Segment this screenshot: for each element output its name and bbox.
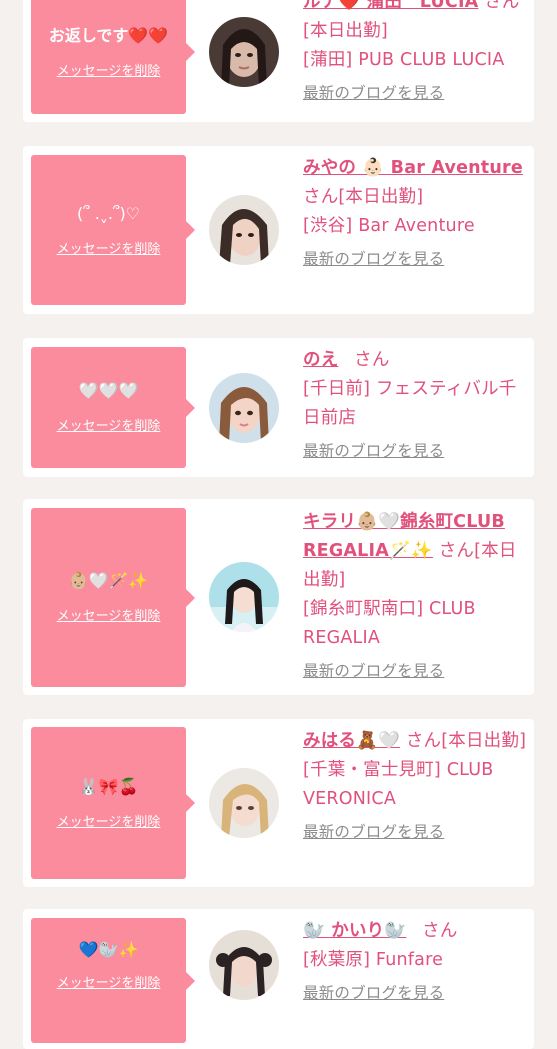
message-card: お返しです❤️❤️ メッセージを削除 ルナ❤️ 蒲田 LUCIA さん[本日出勤… (23, 0, 534, 122)
member-info: のえ さん [千日前] フェスティバル千日前店 最新のブログを見る (303, 346, 529, 462)
latest-blog-link[interactable]: 最新のブログを見る (303, 248, 529, 270)
shop-name: [渋谷] Bar Aventure (303, 216, 475, 236)
delete-message-link[interactable]: メッセージを削除 (57, 238, 161, 257)
shop-name: [秋葉原] Funfare (303, 950, 444, 970)
avatar[interactable] (209, 768, 279, 838)
shop-name: [錦糸町駅南口] CLUB REGALIA (303, 599, 476, 648)
latest-blog-link[interactable]: 最新のブログを見る (303, 660, 529, 682)
member-name-link[interactable]: 🦭 かいり🦭 (303, 921, 406, 941)
message-card: 👶🏼🤍🪄✨ メッセージを削除 キラリ👶🏼🤍錦糸町CLUB REGALIA🪄✨ さ… (23, 499, 534, 695)
member-info: みやの 👶🏻 Bar Aventure さん[本日出勤] [渋谷] Bar Av… (303, 154, 529, 270)
latest-blog-link[interactable]: 最新のブログを見る (303, 821, 529, 843)
avatar[interactable] (209, 930, 279, 1000)
message-bubble: 🐰🎀🍒 メッセージを削除 (31, 727, 195, 879)
member-status: さん (354, 350, 390, 370)
message-bubble: お返しです❤️❤️ メッセージを削除 (31, 0, 195, 114)
avatar[interactable] (209, 195, 279, 265)
shop-name: [蒲田] PUB CLUB LUCIA (303, 50, 505, 70)
avatar[interactable] (209, 17, 279, 87)
shop-name: [千日前] フェスティバル千日前店 (303, 379, 517, 428)
shop-name: [千葉・富士見町] CLUB VERONICA (303, 760, 494, 809)
member-info: 🦭 かいり🦭 さん [秋葉原] Funfare 最新のブログを見る (303, 917, 529, 1004)
message-bubble: (՞ .ˬ.՞)♡ メッセージを削除 (31, 155, 195, 305)
message-card: 🐰🎀🍒 メッセージを削除 みはる🧸🤍 さん[本日出勤] [千葉・富士見町] CL… (23, 719, 534, 887)
message-card: 🤍🤍🤍 メッセージを削除 のえ さん [千日前] フェスティバル千日前店 最新の… (23, 338, 534, 477)
member-status: さん[本日出勤] (303, 187, 424, 207)
message-card: (՞ .ˬ.՞)♡ メッセージを削除 みやの 👶🏻 Bar Aventure さ… (23, 146, 534, 314)
message-bubble: 🤍🤍🤍 メッセージを削除 (31, 347, 195, 468)
member-name-link[interactable]: ルナ❤️ 蒲田 LUCIA (303, 0, 478, 12)
delete-message-link[interactable]: メッセージを削除 (57, 811, 161, 830)
message-card: 💙🦭✨ メッセージを削除 🦭 かいり🦭 さん [秋葉原] Funfare 最新の… (23, 909, 534, 1049)
message-bubble: 💙🦭✨ メッセージを削除 (31, 918, 195, 1043)
member-status: さん (422, 921, 458, 941)
delete-message-link[interactable]: メッセージを削除 (57, 605, 161, 624)
member-name-link[interactable]: みやの 👶🏻 Bar Aventure (303, 158, 523, 178)
message-bubble: 👶🏼🤍🪄✨ メッセージを削除 (31, 508, 195, 687)
message-text: お返しです❤️❤️ (48, 25, 169, 45)
latest-blog-link[interactable]: 最新のブログを見る (303, 982, 529, 1004)
member-info: みはる🧸🤍 さん[本日出勤] [千葉・富士見町] CLUB VERONICA 最… (303, 727, 529, 843)
member-info: キラリ👶🏼🤍錦糸町CLUB REGALIA🪄✨ さん[本日出勤] [錦糸町駅南口… (303, 508, 529, 682)
message-text: 👶🏼🤍🪄✨ (68, 571, 149, 590)
member-name-link[interactable]: のえ (303, 350, 338, 370)
member-info: ルナ❤️ 蒲田 LUCIA さん[本日出勤] [蒲田] PUB CLUB LUC… (303, 0, 529, 104)
message-text: 💙🦭✨ (78, 940, 139, 959)
latest-blog-link[interactable]: 最新のブログを見る (303, 82, 529, 104)
message-text: 🐰🎀🍒 (78, 776, 139, 796)
latest-blog-link[interactable]: 最新のブログを見る (303, 440, 529, 462)
member-status: さん[本日出勤] (405, 731, 527, 751)
avatar[interactable] (209, 373, 279, 443)
delete-message-link[interactable]: メッセージを削除 (57, 60, 161, 79)
message-text: 🤍🤍🤍 (78, 381, 139, 400)
avatar[interactable] (209, 562, 279, 632)
delete-message-link[interactable]: メッセージを削除 (57, 415, 161, 434)
delete-message-link[interactable]: メッセージを削除 (57, 972, 161, 991)
member-name-link[interactable]: みはる🧸🤍 (303, 731, 400, 751)
message-text: (՞ .ˬ.՞)♡ (76, 203, 141, 223)
